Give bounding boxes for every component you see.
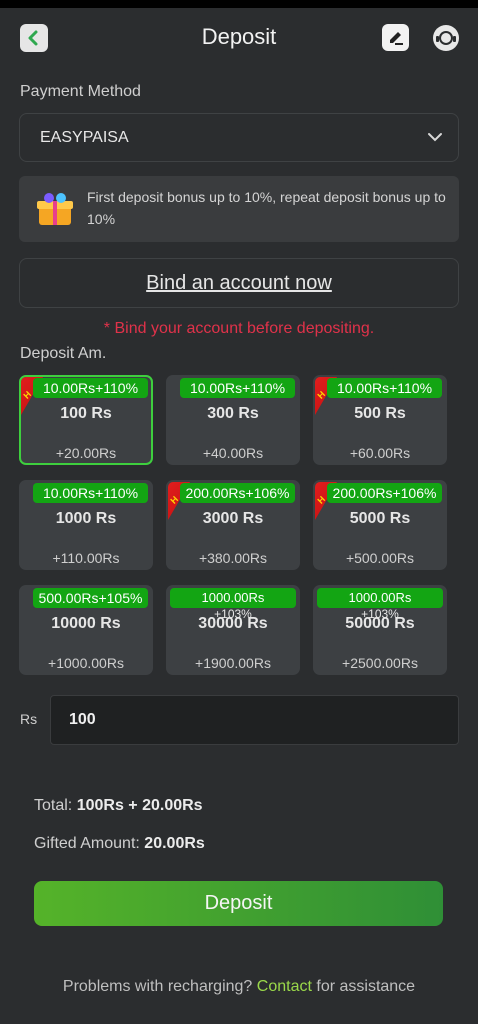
bonus-badge: 500.00Rs+105% <box>33 588 148 608</box>
currency-label: Rs <box>20 711 38 727</box>
amount-value: 5000 Rs <box>349 510 411 527</box>
bonus-badge: 200.00Rs+106% <box>180 483 295 503</box>
bonus-badge: 10.00Rs+110% <box>33 378 148 398</box>
deposit-history-button[interactable] <box>382 24 409 51</box>
bind-account-box[interactable]: Bind an account now <box>19 258 459 308</box>
amount-value: 100 Rs <box>60 405 112 422</box>
footer-suffix: for assistance <box>311 978 416 995</box>
chevron-down-icon <box>428 133 442 142</box>
payment-method-select[interactable]: EASYPAISA <box>19 113 459 162</box>
amount-value: 500 Rs <box>354 405 406 422</box>
gifted-amount-label: Gifted Amount: <box>34 835 140 852</box>
status-bar <box>0 0 478 8</box>
amount-card[interactable]: H 10.00Rs+110% 500 Rs +60.00Rs <box>313 375 447 465</box>
amount-bonus: +1000.00Rs <box>48 655 124 671</box>
amount-card[interactable]: 500.00Rs+105% 10000 Rs +1000.00Rs <box>19 585 153 675</box>
hot-letter: H <box>21 389 34 401</box>
amount-bonus: +40.00Rs <box>202 445 264 461</box>
bonus-badge: 1000.00Rs <box>317 588 443 608</box>
amount-value: 3000 Rs <box>202 510 264 527</box>
deposit-amount-label: Deposit Am. <box>20 345 107 362</box>
amount-value: 1000 Rs <box>55 510 117 527</box>
payment-method-label: Payment Method <box>20 83 141 100</box>
amount-value: 30000 Rs <box>198 615 268 632</box>
footer-help: Problems with recharging? Contact for as… <box>0 978 478 996</box>
amount-bonus: +1900.00Rs <box>195 655 271 671</box>
bonus-badge: 10.00Rs+110% <box>327 378 442 398</box>
amount-value: 10000 Rs <box>51 615 121 632</box>
amount-grid: H 10.00Rs+110% 100 Rs +20.00Rs 10.00Rs+110% 3… <box>19 375 459 675</box>
amount-bonus: +60.00Rs <box>349 445 411 461</box>
customer-service-icon <box>433 25 459 51</box>
bonus-badge: 1000.00Rs <box>170 588 296 608</box>
gifted-amount-value: 20.00Rs <box>144 835 205 852</box>
total-line: Total: 100Rs + 20.00Rs <box>34 797 203 815</box>
amount-bonus: +20.00Rs <box>55 445 117 461</box>
bind-warning: * Bind your account before depositing. <box>103 320 375 337</box>
hot-letter: H <box>315 494 328 506</box>
amount-card[interactable]: 10.00Rs+110% 300 Rs +40.00Rs <box>166 375 300 465</box>
edit-record-icon <box>389 31 403 45</box>
bonus-notice: First deposit bonus up to 10%, repeat de… <box>19 176 459 242</box>
amount-card[interactable]: 1000.00Rs +103% 50000 Rs +2500.00Rs <box>313 585 447 675</box>
hot-letter: H <box>315 389 328 401</box>
header: Deposit <box>0 8 478 68</box>
amount-card[interactable]: H 200.00Rs+106% 3000 Rs +380.00Rs <box>166 480 300 570</box>
amount-bonus: +110.00Rs <box>52 550 120 566</box>
total-value: 100Rs + 20.00Rs <box>76 797 203 814</box>
bonus-text: First deposit bonus up to 10%, repeat de… <box>87 189 446 227</box>
deposit-button[interactable]: Deposit <box>34 881 443 926</box>
bind-account-link[interactable]: Bind an account now <box>146 272 332 295</box>
bonus-badge: 10.00Rs+110% <box>180 378 295 398</box>
payment-method-value: EASYPAISA <box>40 129 129 146</box>
amount-card[interactable]: 10.00Rs+110% 1000 Rs +110.00Rs <box>19 480 153 570</box>
amount-card[interactable]: H 200.00Rs+106% 5000 Rs +500.00Rs <box>313 480 447 570</box>
amount-value: 300 Rs <box>207 405 259 422</box>
amount-value: 50000 Rs <box>345 615 415 632</box>
hot-letter: H <box>168 494 181 506</box>
amount-bonus: +380.00Rs <box>198 550 268 566</box>
total-label: Total: <box>34 797 73 814</box>
footer-prefix: Problems with recharging? <box>62 978 257 995</box>
amount-bonus: +2500.00Rs <box>342 655 418 671</box>
amount-bonus: +500.00Rs <box>345 550 415 566</box>
amount-input[interactable] <box>50 695 459 745</box>
amount-card[interactable]: 1000.00Rs +103% 30000 Rs +1900.00Rs <box>166 585 300 675</box>
amount-card[interactable]: H 10.00Rs+110% 100 Rs +20.00Rs <box>19 375 153 465</box>
bonus-badge: 200.00Rs+106% <box>327 483 442 503</box>
gift-box-icon <box>37 193 73 225</box>
gifted-amount-line: Gifted Amount: 20.00Rs <box>34 835 205 853</box>
contact-link[interactable]: Contact <box>257 978 312 995</box>
bonus-badge: 10.00Rs+110% <box>33 483 148 503</box>
customer-service-button[interactable] <box>431 23 461 53</box>
